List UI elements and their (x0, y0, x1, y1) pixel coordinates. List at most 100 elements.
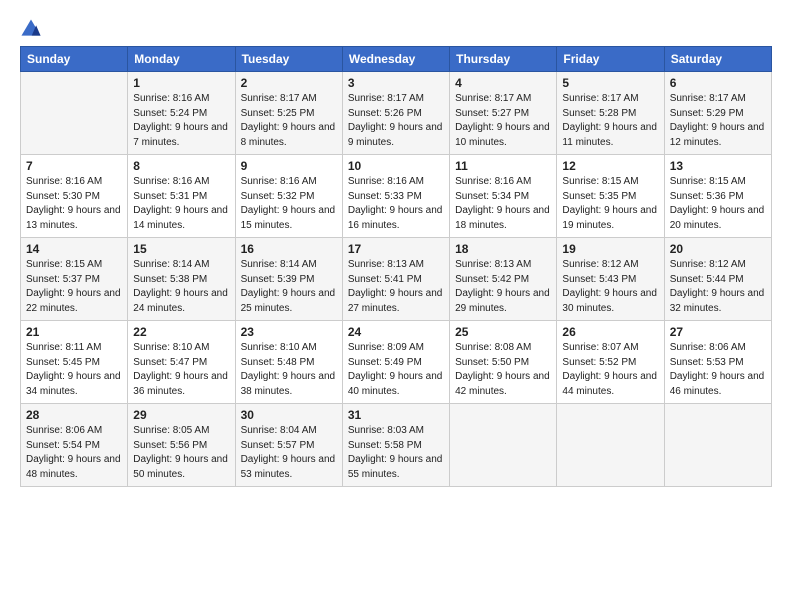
week-row-4: 28 Sunrise: 8:06 AMSunset: 5:54 PMDayligh… (21, 404, 772, 487)
day-info: Sunrise: 8:11 AMSunset: 5:45 PMDaylight:… (26, 341, 122, 399)
header-row (20, 18, 772, 40)
day-info: Sunrise: 8:06 AMSunset: 5:53 PMDaylight:… (670, 341, 766, 399)
day-info: Sunrise: 8:14 AMSunset: 5:39 PMDaylight:… (241, 258, 337, 316)
day-info: Sunrise: 8:17 AMSunset: 5:27 PMDaylight:… (455, 92, 551, 150)
day-number: 3 (348, 76, 444, 90)
day-number: 31 (348, 408, 444, 422)
day-number: 7 (26, 159, 122, 173)
day-cell (450, 404, 557, 487)
day-info: Sunrise: 8:08 AMSunset: 5:50 PMDaylight:… (455, 341, 551, 399)
day-number: 30 (241, 408, 337, 422)
day-cell: 1 Sunrise: 8:16 AMSunset: 5:24 PMDaylight… (128, 72, 235, 155)
day-number: 2 (241, 76, 337, 90)
day-number: 18 (455, 242, 551, 256)
day-cell: 31Sunrise: 8:03 AMSunset: 5:58 PMDayligh… (342, 404, 449, 487)
day-cell: 19 Sunrise: 8:12 AMSunset: 5:43 PMDayligh… (557, 238, 664, 321)
calendar-table: SundayMondayTuesdayWednesdayThursdayFrid… (20, 46, 772, 487)
day-info: Sunrise: 8:14 AMSunset: 5:38 PMDaylight:… (133, 258, 229, 316)
day-cell: 3 Sunrise: 8:17 AMSunset: 5:26 PMDaylight… (342, 72, 449, 155)
day-cell: 17 Sunrise: 8:13 AMSunset: 5:41 PMDayligh… (342, 238, 449, 321)
day-cell: 12 Sunrise: 8:15 AMSunset: 5:35 PMDayligh… (557, 155, 664, 238)
day-cell: 8 Sunrise: 8:16 AMSunset: 5:31 PMDaylight… (128, 155, 235, 238)
day-number: 6 (670, 76, 766, 90)
day-cell: 22Sunrise: 8:10 AMSunset: 5:47 PMDayligh… (128, 321, 235, 404)
day-cell: 4 Sunrise: 8:17 AMSunset: 5:27 PMDaylight… (450, 72, 557, 155)
day-number: 12 (562, 159, 658, 173)
day-number: 29 (133, 408, 229, 422)
day-number: 13 (670, 159, 766, 173)
day-cell: 27 Sunrise: 8:06 AMSunset: 5:53 PMDayligh… (664, 321, 771, 404)
header-friday: Friday (557, 47, 664, 72)
day-number: 28 (26, 408, 122, 422)
day-cell: 2 Sunrise: 8:17 AMSunset: 5:25 PMDaylight… (235, 72, 342, 155)
day-cell: 30 Sunrise: 8:04 AMSunset: 5:57 PMDayligh… (235, 404, 342, 487)
week-row-2: 14 Sunrise: 8:15 AMSunset: 5:37 PMDayligh… (21, 238, 772, 321)
day-cell: 24 Sunrise: 8:09 AMSunset: 5:49 PMDayligh… (342, 321, 449, 404)
day-info: Sunrise: 8:16 AMSunset: 5:32 PMDaylight:… (241, 175, 337, 233)
day-info: Sunrise: 8:16 AMSunset: 5:30 PMDaylight:… (26, 175, 122, 233)
day-info: Sunrise: 8:12 AMSunset: 5:43 PMDaylight:… (562, 258, 658, 316)
day-number: 17 (348, 242, 444, 256)
day-info: Sunrise: 8:15 AMSunset: 5:37 PMDaylight:… (26, 258, 122, 316)
day-info: Sunrise: 8:05 AMSunset: 5:56 PMDaylight:… (133, 424, 229, 482)
day-info: Sunrise: 8:15 AMSunset: 5:35 PMDaylight:… (562, 175, 658, 233)
day-number: 27 (670, 325, 766, 339)
day-cell: 11 Sunrise: 8:16 AMSunset: 5:34 PMDayligh… (450, 155, 557, 238)
day-cell: 13 Sunrise: 8:15 AMSunset: 5:36 PMDayligh… (664, 155, 771, 238)
week-row-0: 1 Sunrise: 8:16 AMSunset: 5:24 PMDaylight… (21, 72, 772, 155)
day-number: 25 (455, 325, 551, 339)
day-cell: 14 Sunrise: 8:15 AMSunset: 5:37 PMDayligh… (21, 238, 128, 321)
day-number: 24 (348, 325, 444, 339)
day-cell: 7 Sunrise: 8:16 AMSunset: 5:30 PMDaylight… (21, 155, 128, 238)
day-cell: 10Sunrise: 8:16 AMSunset: 5:33 PMDayligh… (342, 155, 449, 238)
day-info: Sunrise: 8:13 AMSunset: 5:42 PMDaylight:… (455, 258, 551, 316)
logo-icon (20, 18, 42, 40)
day-number: 5 (562, 76, 658, 90)
day-cell (21, 72, 128, 155)
day-info: Sunrise: 8:17 AMSunset: 5:26 PMDaylight:… (348, 92, 444, 150)
day-cell: 18 Sunrise: 8:13 AMSunset: 5:42 PMDayligh… (450, 238, 557, 321)
day-info: Sunrise: 8:07 AMSunset: 5:52 PMDaylight:… (562, 341, 658, 399)
day-number: 20 (670, 242, 766, 256)
day-number: 4 (455, 76, 551, 90)
day-number: 11 (455, 159, 551, 173)
day-cell: 29 Sunrise: 8:05 AMSunset: 5:56 PMDayligh… (128, 404, 235, 487)
day-info: Sunrise: 8:09 AMSunset: 5:49 PMDaylight:… (348, 341, 444, 399)
page-container: SundayMondayTuesdayWednesdayThursdayFrid… (0, 0, 792, 497)
day-info: Sunrise: 8:15 AMSunset: 5:36 PMDaylight:… (670, 175, 766, 233)
day-cell: 9Sunrise: 8:16 AMSunset: 5:32 PMDaylight… (235, 155, 342, 238)
day-number: 26 (562, 325, 658, 339)
week-row-1: 7 Sunrise: 8:16 AMSunset: 5:30 PMDaylight… (21, 155, 772, 238)
day-info: Sunrise: 8:16 AMSunset: 5:31 PMDaylight:… (133, 175, 229, 233)
day-info: Sunrise: 8:17 AMSunset: 5:29 PMDaylight:… (670, 92, 766, 150)
header-tuesday: Tuesday (235, 47, 342, 72)
day-info: Sunrise: 8:17 AMSunset: 5:25 PMDaylight:… (241, 92, 337, 150)
day-cell: 16 Sunrise: 8:14 AMSunset: 5:39 PMDayligh… (235, 238, 342, 321)
day-info: Sunrise: 8:04 AMSunset: 5:57 PMDaylight:… (241, 424, 337, 482)
day-info: Sunrise: 8:13 AMSunset: 5:41 PMDaylight:… (348, 258, 444, 316)
day-info: Sunrise: 8:17 AMSunset: 5:28 PMDaylight:… (562, 92, 658, 150)
day-number: 14 (26, 242, 122, 256)
day-info: Sunrise: 8:12 AMSunset: 5:44 PMDaylight:… (670, 258, 766, 316)
day-cell (557, 404, 664, 487)
day-number: 19 (562, 242, 658, 256)
day-cell: 21 Sunrise: 8:11 AMSunset: 5:45 PMDayligh… (21, 321, 128, 404)
day-number: 15 (133, 242, 229, 256)
day-info: Sunrise: 8:16 AMSunset: 5:34 PMDaylight:… (455, 175, 551, 233)
day-info: Sunrise: 8:16 AMSunset: 5:24 PMDaylight:… (133, 92, 229, 150)
day-number: 23 (241, 325, 337, 339)
day-number: 8 (133, 159, 229, 173)
header-wednesday: Wednesday (342, 47, 449, 72)
day-number: 16 (241, 242, 337, 256)
day-info: Sunrise: 8:10 AMSunset: 5:47 PMDaylight:… (133, 341, 229, 399)
day-number: 1 (133, 76, 229, 90)
day-number: 10 (348, 159, 444, 173)
header-monday: Monday (128, 47, 235, 72)
day-info: Sunrise: 8:06 AMSunset: 5:54 PMDaylight:… (26, 424, 122, 482)
header-row-days: SundayMondayTuesdayWednesdayThursdayFrid… (21, 47, 772, 72)
day-cell: 6 Sunrise: 8:17 AMSunset: 5:29 PMDaylight… (664, 72, 771, 155)
day-cell: 26 Sunrise: 8:07 AMSunset: 5:52 PMDayligh… (557, 321, 664, 404)
day-cell: 20 Sunrise: 8:12 AMSunset: 5:44 PMDayligh… (664, 238, 771, 321)
day-cell: 25 Sunrise: 8:08 AMSunset: 5:50 PMDayligh… (450, 321, 557, 404)
day-number: 21 (26, 325, 122, 339)
